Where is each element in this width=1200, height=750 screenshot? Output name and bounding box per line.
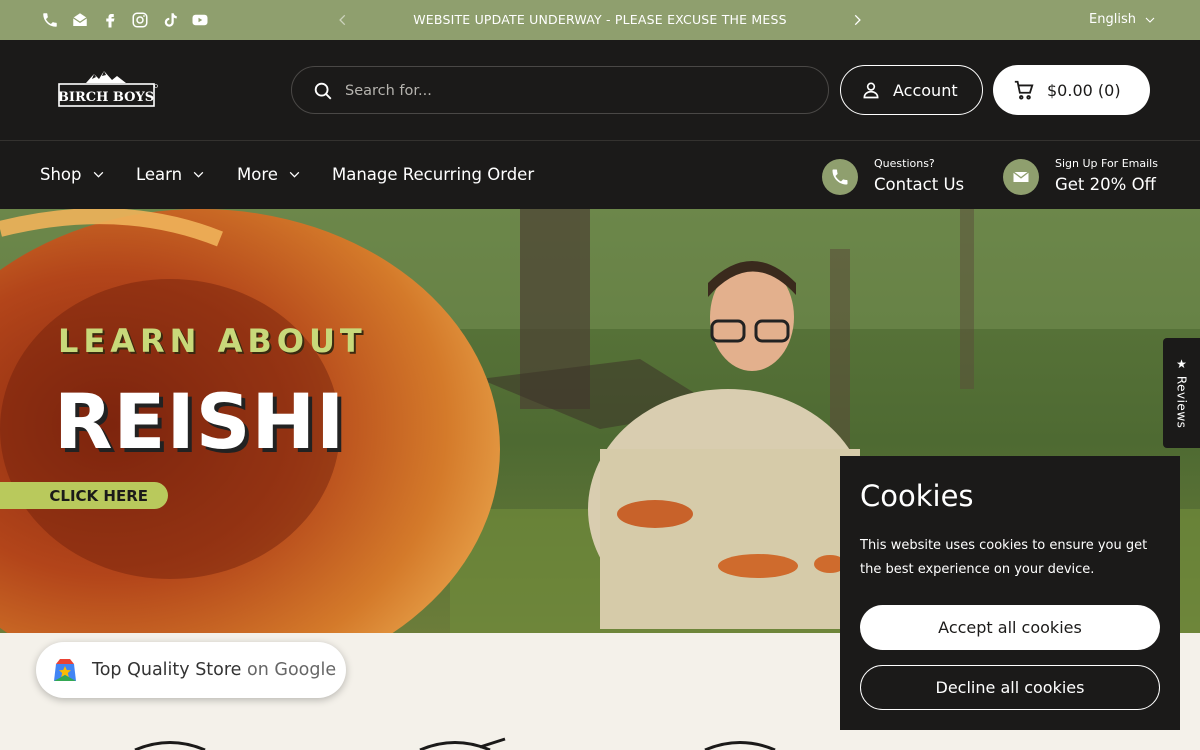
hero-cta-button[interactable]: CLICK HERE	[0, 482, 168, 509]
nav-item-manage-recurring-order[interactable]: Manage Recurring Order	[332, 165, 534, 184]
instagram-icon[interactable]	[130, 10, 150, 30]
contact-small-label: Questions?	[874, 157, 935, 170]
email-big-label: Get 20% Off	[1055, 175, 1156, 194]
chevron-down-icon	[289, 171, 300, 178]
nav-item-learn[interactable]: Learn	[136, 165, 205, 184]
contact-big-label: Contact Us	[874, 175, 965, 194]
decline-cookies-button[interactable]: Decline all cookies	[860, 665, 1160, 710]
hero-line1: LEARN ABOUT	[58, 322, 367, 360]
chevron-down-icon	[1145, 17, 1155, 23]
cart-button[interactable]: $0.00 (0)	[993, 65, 1150, 115]
phone-icon	[822, 158, 858, 195]
account-button[interactable]: Account	[840, 65, 983, 115]
language-label: English	[1089, 12, 1136, 27]
facebook-icon[interactable]	[100, 10, 120, 30]
badge-text-secondary: on Google	[247, 660, 337, 680]
tiktok-icon[interactable]	[160, 10, 180, 30]
site-header: BIRCH BOYS Account $0.00 (0)	[0, 40, 1200, 140]
chevron-down-icon	[93, 171, 103, 178]
user-icon	[863, 82, 879, 99]
hero-line2: REISHI	[54, 377, 346, 466]
chevron-down-icon	[193, 171, 204, 178]
youtube-icon[interactable]	[190, 10, 210, 30]
logo-text: BIRCH BOYS	[58, 90, 154, 105]
account-label: Account	[893, 80, 958, 100]
main-nav: Shop Learn More Manage Recurring Order Q…	[0, 140, 1200, 209]
nav-item-more[interactable]: More	[237, 165, 301, 184]
badge-text-primary: Top Quality Store	[92, 660, 242, 680]
chevron-left-icon[interactable]	[333, 10, 353, 30]
search-icon	[314, 82, 332, 100]
cart-label: $0.00 (0)	[1047, 80, 1121, 100]
email-small-label: Sign Up For Emails	[1055, 157, 1158, 170]
cookie-title: Cookies	[860, 479, 974, 513]
nav-item-label: Manage Recurring Order	[332, 165, 535, 184]
reviews-tab-label: ★ Reviews	[1174, 357, 1189, 429]
language-selector[interactable]: English	[1089, 12, 1156, 27]
cart-icon	[1014, 80, 1034, 100]
envelope-icon	[1003, 158, 1039, 195]
birch-boys-logo[interactable]: BIRCH BOYS	[58, 71, 158, 109]
nav-item-label: Shop	[40, 165, 82, 184]
accept-cookies-button[interactable]: Accept all cookies	[860, 605, 1160, 650]
phone-icon[interactable]	[40, 10, 60, 30]
nav-item-label: Learn	[136, 165, 183, 184]
announcement-text: WEBSITE UPDATE UNDERWAY - PLEASE EXCUSE …	[413, 12, 787, 27]
nav-item-label: More	[237, 165, 278, 184]
google-store-badge[interactable]: Top Quality Store on Google	[36, 642, 346, 698]
search-bar[interactable]	[291, 66, 829, 114]
social-links	[40, 10, 210, 30]
google-shopping-icon	[54, 659, 76, 681]
nav-item-shop[interactable]: Shop	[40, 165, 105, 184]
announcement-bar: WEBSITE UPDATE UNDERWAY - PLEASE EXCUSE …	[0, 0, 1200, 40]
category-icons-partial	[134, 737, 776, 750]
email-icon[interactable]	[70, 10, 90, 30]
search-input[interactable]	[345, 79, 805, 103]
email-signup-link[interactable]: Sign Up For Emails Get 20% Off	[1003, 157, 1158, 196]
contact-us-link[interactable]: Questions? Contact Us	[822, 157, 964, 196]
reviews-tab[interactable]: ★ Reviews	[1163, 338, 1200, 448]
chevron-right-icon[interactable]	[847, 10, 867, 30]
cookie-body: This website uses cookies to ensure you …	[860, 538, 1148, 577]
cookie-banner: Cookies This website uses cookies to ens…	[840, 456, 1180, 730]
